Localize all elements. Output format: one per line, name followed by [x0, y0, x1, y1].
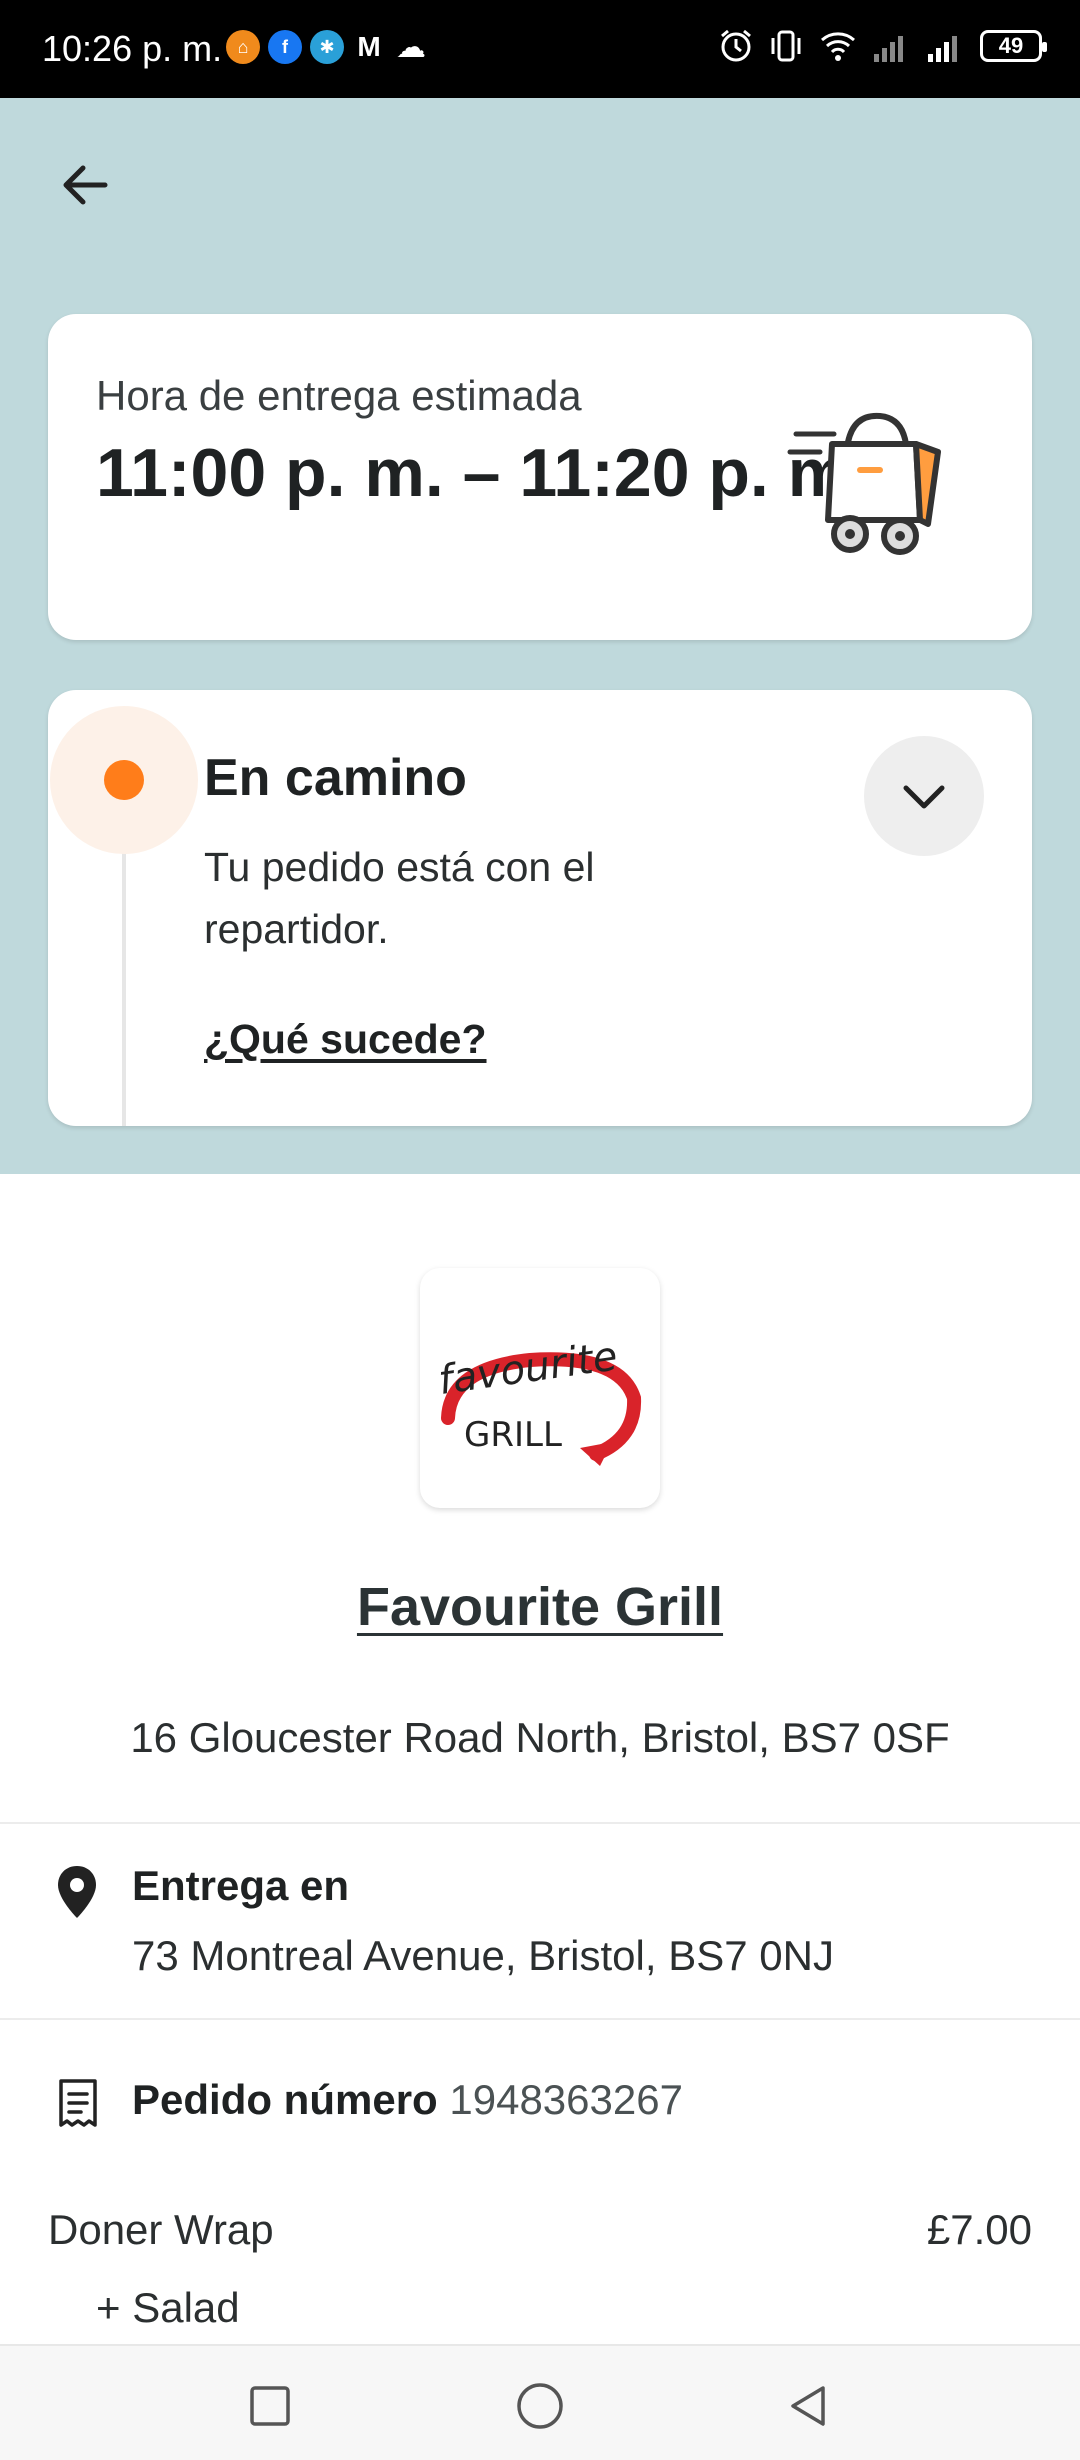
order-item-price: £7.00	[926, 2206, 1032, 2253]
order-item-modifier: + Salad	[96, 2284, 240, 2331]
signal-icon	[874, 36, 903, 62]
cloud-icon: ☁	[396, 30, 426, 64]
vibrate-icon	[771, 30, 801, 62]
arrow-left-icon	[63, 165, 108, 205]
expand-status-button[interactable]	[864, 736, 984, 856]
status-bar: 10:26 p. m. ⌂ f ✱ M ☁ 49	[0, 0, 1080, 98]
whats-happening-link[interactable]: ¿Qué sucede?	[204, 1016, 487, 1063]
home-button[interactable]	[510, 2376, 570, 2436]
favourite-grill-logo: favourite GRILL	[436, 1333, 642, 1466]
timeline-active-dot	[104, 760, 144, 800]
gmail-icon: M	[357, 31, 381, 62]
order-label: Pedido número	[132, 2076, 438, 2123]
facebook-icon: f	[268, 30, 302, 64]
status-card: En camino Tu pedido está con el repartid…	[48, 690, 1032, 1126]
restaurant-logo: favourite GRILL	[420, 1268, 660, 1508]
restaurant-name-container: Favourite Grill	[0, 1576, 1080, 1638]
alarm-icon	[721, 29, 751, 62]
circle-icon	[517, 2383, 563, 2429]
delivery-address: 73 Montreal Avenue, Bristol, BS7 0NJ	[132, 1932, 834, 1979]
order-item-name: Doner Wrap	[48, 2206, 274, 2253]
ali-app-icon: ⌂	[226, 30, 260, 64]
notification-icons: ⌂ f ✱ M ☁	[226, 30, 428, 64]
status-description: Tu pedido está con el repartidor.	[204, 844, 595, 952]
status-title: En camino	[204, 749, 467, 807]
restaurant-address: 16 Gloucester Road North, Bristol, BS7 0…	[130, 1714, 950, 1761]
back-nav-button[interactable]	[778, 2376, 838, 2436]
signal-icon-2	[928, 36, 957, 62]
eta-time: 11:00 p. m. – 11:20 p. m.	[96, 435, 868, 511]
system-nav-bar	[0, 2344, 1080, 2460]
wifi-icon	[821, 32, 855, 61]
delivery-label: Entrega en	[132, 1862, 350, 1909]
delivery-cart-icon	[787, 412, 941, 555]
receipt-icon	[59, 2079, 97, 2127]
order-number-row: Pedido número 1948363267	[132, 2076, 683, 2124]
divider	[0, 2018, 1080, 2020]
square-icon	[250, 2386, 290, 2426]
back-button[interactable]	[50, 150, 120, 220]
eta-card: Hora de entrega estimada 11:00 p. m. – 1…	[48, 314, 1032, 640]
logo-text-bottom: GRILL	[464, 1415, 562, 1455]
logo-text-top: favourite	[436, 1333, 621, 1404]
battery-icon: 49	[980, 30, 1047, 62]
triangle-back-icon	[791, 2386, 825, 2426]
system-icons: 49	[718, 28, 1047, 64]
chevron-down-icon	[903, 785, 945, 809]
recents-button[interactable]	[240, 2376, 300, 2436]
status-time: 10:26 p. m.	[42, 28, 223, 69]
eta-label: Hora de entrega estimada	[96, 372, 582, 419]
order-number: 1948363267	[449, 2076, 683, 2123]
browser-icon: ✱	[310, 30, 344, 64]
location-pin-icon	[58, 1866, 96, 1918]
divider	[0, 1822, 1080, 1824]
restaurant-name-link[interactable]: Favourite Grill	[357, 1577, 723, 1637]
